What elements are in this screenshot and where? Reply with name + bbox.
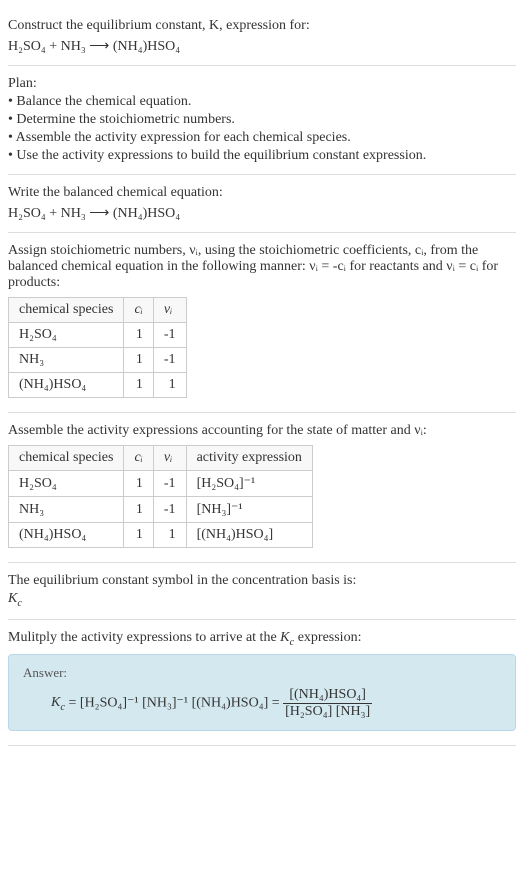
table-row: H₂SO₄ 1 -1 — [9, 323, 187, 348]
cell-vi: -1 — [153, 348, 186, 373]
answer-label: Answer: — [23, 665, 501, 681]
symbol-value: Kc — [8, 591, 516, 609]
cell-ci: 1 — [124, 373, 153, 398]
table-row: H₂SO₄ 1 -1 [H₂SO₄]⁻¹ — [9, 471, 313, 497]
cell-vi: -1 — [153, 323, 186, 348]
col-species: chemical species — [9, 446, 124, 471]
cell-vi: 1 — [153, 523, 186, 548]
symbol-text: The equilibrium constant symbol in the c… — [8, 573, 516, 589]
fraction: [(NH₄)HSO₄] [H₂SO₄] [NH₃] — [283, 687, 372, 720]
answer-box: Answer: Kc = [H₂SO₄]⁻¹ [NH₃]⁻¹ [(NH₄)HSO… — [8, 654, 516, 731]
cell-expr: [H₂SO₄]⁻¹ — [186, 471, 312, 497]
col-ci: cᵢ — [124, 446, 153, 471]
balanced-equation: H₂SO₄ + NH₃ ⟶ (NH₄)HSO₄ — [8, 205, 180, 222]
symbol-section: The equilibrium constant symbol in the c… — [8, 563, 516, 620]
cell-vi: 1 — [153, 373, 186, 398]
cell-expr: [NH₃]⁻¹ — [186, 497, 312, 523]
activity-table: chemical species cᵢ νᵢ activity expressi… — [8, 445, 313, 548]
plan-step: • Determine the stoichiometric numbers. — [8, 112, 516, 128]
col-species: chemical species — [9, 298, 124, 323]
col-expr: activity expression — [186, 446, 312, 471]
cell-species: NH₃ — [9, 497, 124, 523]
cell-species: (NH₄)HSO₄ — [9, 373, 124, 398]
col-ci: cᵢ — [124, 298, 153, 323]
plan-heading: Plan: — [8, 76, 516, 92]
cell-ci: 1 — [124, 323, 153, 348]
balanced-heading: Write the balanced chemical equation: — [8, 185, 516, 201]
frac-numerator: [(NH₄)HSO₄] — [283, 687, 372, 704]
final-section: Mulitply the activity expressions to arr… — [8, 620, 516, 746]
cell-species: H₂SO₄ — [9, 471, 124, 497]
activity-heading: Assemble the activity expressions accoun… — [8, 423, 516, 439]
cell-ci: 1 — [124, 523, 153, 548]
kc-symbol: Kc — [8, 591, 22, 606]
table-row: NH₃ 1 -1 [NH₃]⁻¹ — [9, 497, 313, 523]
answer-expression: Kc = [H₂SO₄]⁻¹ [NH₃]⁻¹ [(NH₄)HSO₄] = [(N… — [23, 687, 372, 720]
activity-section: Assemble the activity expressions accoun… — [8, 413, 516, 563]
plan-section: Plan: • Balance the chemical equation. •… — [8, 66, 516, 175]
intro-section: Construct the equilibrium constant, K, e… — [8, 8, 516, 66]
cell-vi: -1 — [153, 471, 186, 497]
stoich-table: chemical species cᵢ νᵢ H₂SO₄ 1 -1 NH₃ 1 … — [8, 297, 187, 398]
table-row: NH₃ 1 -1 — [9, 348, 187, 373]
cell-ci: 1 — [124, 471, 153, 497]
final-heading: Mulitply the activity expressions to arr… — [8, 630, 516, 648]
table-row: (NH₄)HSO₄ 1 1 [(NH₄)HSO₄] — [9, 523, 313, 548]
cell-species: (NH₄)HSO₄ — [9, 523, 124, 548]
col-vi: νᵢ — [153, 446, 186, 471]
frac-denominator: [H₂SO₄] [NH₃] — [283, 704, 372, 720]
cell-species: H₂SO₄ — [9, 323, 124, 348]
cell-vi: -1 — [153, 497, 186, 523]
stoich-section: Assign stoichiometric numbers, νᵢ, using… — [8, 233, 516, 413]
kc-lhs: Kc — [51, 695, 65, 710]
plan-step: • Assemble the activity expression for e… — [8, 130, 516, 146]
equals: = [H₂SO₄]⁻¹ [NH₃]⁻¹ [(NH₄)HSO₄] = — [69, 695, 284, 710]
cell-ci: 1 — [124, 497, 153, 523]
table-header-row: chemical species cᵢ νᵢ — [9, 298, 187, 323]
table-row: (NH₄)HSO₄ 1 1 — [9, 373, 187, 398]
cell-expr: [(NH₄)HSO₄] — [186, 523, 312, 548]
plan-step: • Use the activity expressions to build … — [8, 148, 516, 164]
cell-ci: 1 — [124, 348, 153, 373]
intro-equation: H₂SO₄ + NH₃ ⟶ (NH₄)HSO₄ — [8, 38, 180, 55]
table-header-row: chemical species cᵢ νᵢ activity expressi… — [9, 446, 313, 471]
col-vi: νᵢ — [153, 298, 186, 323]
intro-prompt: Construct the equilibrium constant, K, e… — [8, 18, 516, 34]
cell-species: NH₃ — [9, 348, 124, 373]
plan-step: • Balance the chemical equation. — [8, 94, 516, 110]
stoich-text: Assign stoichiometric numbers, νᵢ, using… — [8, 243, 516, 291]
intro-prompt-text: Construct the equilibrium constant, K, e… — [8, 18, 310, 33]
balanced-section: Write the balanced chemical equation: H₂… — [8, 175, 516, 233]
